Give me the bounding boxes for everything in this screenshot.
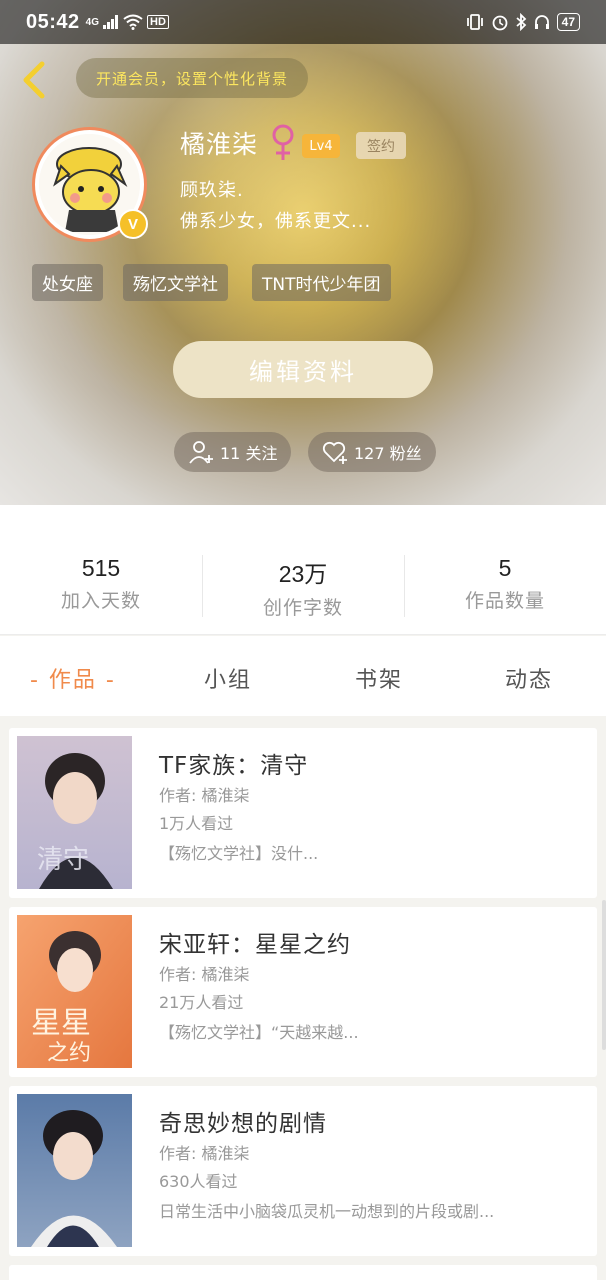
stat-word-count: 23万 创作字数 xyxy=(202,555,404,620)
svg-text:星星: 星星 xyxy=(31,1006,91,1041)
heart-plus-icon xyxy=(322,441,347,464)
book-item[interactable] xyxy=(9,1265,597,1280)
verified-badge-icon: V xyxy=(118,209,148,239)
alarm-icon xyxy=(492,15,508,31)
tag-literary-club[interactable]: 殇忆文学社 xyxy=(123,264,228,301)
book-description: 【殇忆文学社】“天越来越... xyxy=(159,1023,359,1042)
book-description: 日常生活中小脑袋瓜灵机一动想到的片段或剧... xyxy=(159,1202,495,1221)
tab-groups[interactable]: 小组 xyxy=(204,662,252,694)
hd-label: HD xyxy=(147,15,169,29)
username: 橘淮柒 xyxy=(180,130,259,159)
add-user-icon xyxy=(189,441,213,464)
vibrate-icon xyxy=(466,14,483,30)
stat-work-count: 5 作品数量 xyxy=(404,555,606,613)
tag-zodiac[interactable]: 处女座 xyxy=(32,264,103,301)
stat-value: 5 xyxy=(498,555,512,581)
battery-indicator: 47 xyxy=(556,13,580,31)
stat-label: 创作字数 xyxy=(262,597,343,619)
profile-tabs: - 作品 - 小组 书架 动态 xyxy=(0,636,606,716)
stat-label: 加入天数 xyxy=(60,590,141,612)
chevron-left-icon xyxy=(23,61,45,99)
bio-line-1: 顾玖柒. xyxy=(180,180,244,201)
tag-fan-group[interactable]: TNT时代少年团 xyxy=(252,264,391,301)
stat-join-days: 515 加入天数 xyxy=(0,555,202,613)
edit-profile-button[interactable]: 编辑资料 xyxy=(173,341,433,398)
bluetooth-icon xyxy=(516,13,526,31)
book-title: TF家族：清守 xyxy=(159,753,309,779)
tab-works[interactable]: - 作品 - xyxy=(30,662,116,694)
svg-text:之约: 之约 xyxy=(47,1041,91,1066)
level-badge: Lv4 xyxy=(302,134,340,158)
tab-bookshelf[interactable]: 书架 xyxy=(355,662,403,694)
tab-activity[interactable]: 动态 xyxy=(505,662,553,694)
female-gender-icon xyxy=(270,124,296,166)
book-title: 宋亚轩：星星之约 xyxy=(159,932,351,958)
vip-banner[interactable]: 开通会员，设置个性化背景 xyxy=(76,58,309,98)
book-views: 1万人看过 xyxy=(159,814,234,833)
network-label: 4G xyxy=(85,16,99,28)
following-count: 11 关注 xyxy=(220,444,278,463)
stat-value: 515 xyxy=(81,555,121,581)
book-item[interactable]: 奇思妙想的剧情 作者: 橘淮柒 630人看过 日常生活中小脑袋瓜灵机一动想到的片… xyxy=(9,1086,597,1256)
fans-count: 127 粉丝 xyxy=(354,444,422,463)
book-title: 奇思妙想的剧情 xyxy=(159,1111,327,1137)
book-views: 630人看过 xyxy=(159,1172,238,1191)
stat-label: 作品数量 xyxy=(464,590,545,612)
avatar[interactable]: V xyxy=(32,127,148,242)
stat-value: 23万 xyxy=(278,561,328,587)
book-author: 作者: 橘淮柒 xyxy=(159,1144,250,1163)
book-item[interactable]: 星星 之约 宋亚轩：星星之约 作者: 橘淮柒 21万人看过 【殇忆文学社】“天越… xyxy=(9,907,597,1077)
book-cover xyxy=(17,1094,132,1247)
status-time: 05:42 xyxy=(26,10,80,33)
status-bar: 05:42 4G HD 47 xyxy=(0,0,606,44)
headphone-icon xyxy=(534,15,549,29)
book-description: 【殇忆文学社】没什... xyxy=(159,844,319,863)
book-item[interactable]: 清守 TF家族：清守 作者: 橘淮柒 1万人看过 【殇忆文学社】没什... xyxy=(9,728,597,898)
following-button[interactable]: 11 关注 xyxy=(174,432,292,472)
book-cover: 清守 xyxy=(17,736,132,889)
scroll-handle[interactable] xyxy=(602,900,606,1050)
signed-badge: 签约 xyxy=(356,132,406,159)
book-views: 21万人看过 xyxy=(159,993,244,1012)
stats-panel: 515 加入天数 23万 创作字数 5 作品数量 xyxy=(0,505,606,635)
book-cover: 星星 之约 xyxy=(17,915,132,1068)
svg-text:清守: 清守 xyxy=(37,845,89,875)
book-author: 作者: 橘淮柒 xyxy=(159,965,250,984)
book-author: 作者: 橘淮柒 xyxy=(159,786,250,805)
bio-line-2: 佛系少女，佛系更文... xyxy=(180,211,372,232)
signal-icon xyxy=(103,15,118,29)
fans-button[interactable]: 127 粉丝 xyxy=(308,432,436,472)
back-button[interactable] xyxy=(18,60,48,100)
wifi-icon xyxy=(123,14,143,30)
